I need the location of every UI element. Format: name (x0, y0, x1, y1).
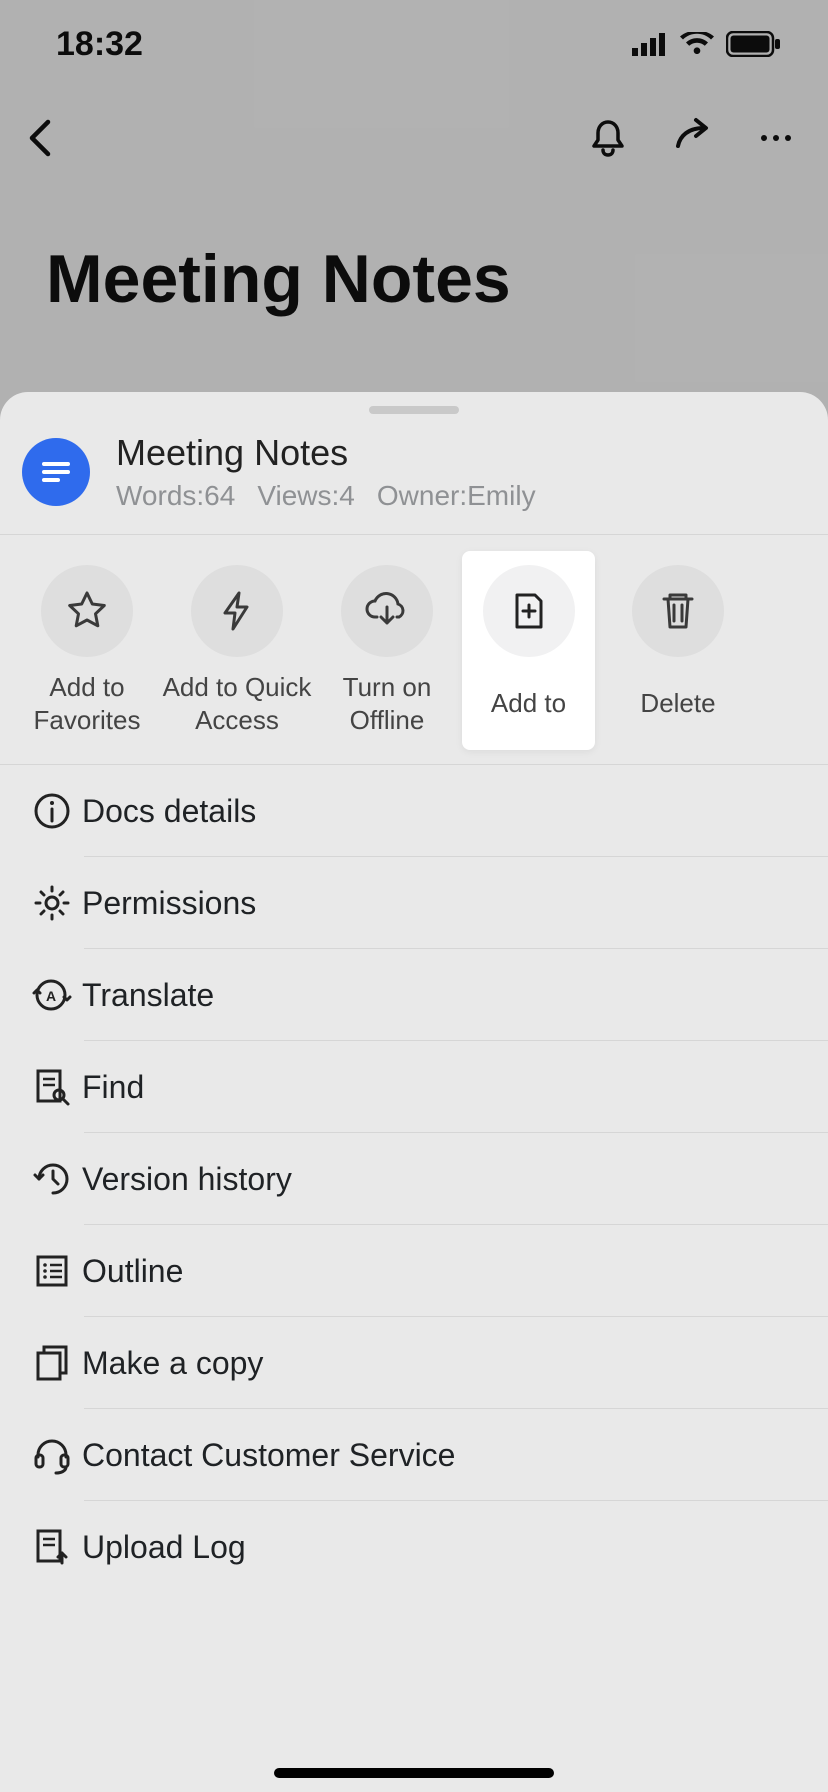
copy-icon (22, 1343, 82, 1383)
sheet-header: Meeting Notes Words:64 Views:4 Owner:Emi… (0, 422, 828, 534)
add-to-button[interactable]: Add to (462, 551, 595, 750)
menu-find[interactable]: Find (0, 1041, 828, 1133)
menu-label: Permissions (82, 885, 256, 922)
cloud-download-icon (363, 589, 411, 633)
action-label: Add to (491, 671, 566, 735)
menu-upload-log[interactable]: Upload Log (0, 1501, 828, 1593)
quick-actions-row: Add to Favorites Add to Quick Access Tur… (0, 535, 828, 765)
home-indicator (274, 1768, 554, 1778)
headset-icon (22, 1435, 82, 1475)
menu-label: Contact Customer Service (82, 1437, 455, 1474)
menu-make-a-copy[interactable]: Make a copy (0, 1317, 828, 1409)
menu-contact-customer-service[interactable]: Contact Customer Service (0, 1409, 828, 1501)
doc-icon (22, 438, 90, 506)
add-to-quick-access-button[interactable]: Add to Quick Access (162, 565, 312, 736)
menu-label: Outline (82, 1253, 183, 1290)
action-label: Add to Quick Access (162, 671, 312, 736)
gear-icon (22, 883, 82, 923)
trash-icon (656, 589, 700, 633)
turn-on-offline-button[interactable]: Turn on Offline (312, 565, 462, 736)
sheet-meta: Words:64 Views:4 Owner:Emily (116, 480, 536, 512)
menu-label: Version history (82, 1161, 292, 1198)
add-to-favorites-button[interactable]: Add to Favorites (12, 565, 162, 736)
menu-translate[interactable]: A Translate (0, 949, 828, 1041)
delete-button[interactable]: Delete (603, 565, 753, 736)
action-sheet: Meeting Notes Words:64 Views:4 Owner:Emi… (0, 392, 828, 1792)
menu-version-history[interactable]: Version history (0, 1133, 828, 1225)
owner-label: Owner:Emily (377, 480, 536, 512)
outline-icon (22, 1251, 82, 1291)
menu-label: Translate (82, 977, 214, 1014)
sheet-title: Meeting Notes (116, 432, 536, 474)
views-count: Views:4 (257, 480, 355, 512)
menu-label: Upload Log (82, 1529, 246, 1566)
file-plus-icon (507, 589, 551, 633)
star-icon (65, 589, 109, 633)
menu-outline[interactable]: Outline (0, 1225, 828, 1317)
upload-log-icon (22, 1527, 82, 1567)
words-count: Words:64 (116, 480, 235, 512)
svg-text:A: A (46, 988, 56, 1004)
history-icon (22, 1159, 82, 1199)
action-label: Turn on Offline (312, 671, 462, 736)
sheet-grabber[interactable] (369, 406, 459, 414)
menu-permissions[interactable]: Permissions (0, 857, 828, 949)
action-label: Add to Favorites (12, 671, 162, 736)
menu-label: Docs details (82, 793, 256, 830)
lightning-icon (215, 589, 259, 633)
menu-list: Docs details Permissions A Translate Fin… (0, 765, 828, 1792)
menu-docs-details[interactable]: Docs details (0, 765, 828, 857)
translate-icon: A (22, 975, 82, 1015)
action-label: Delete (640, 671, 715, 735)
menu-label: Make a copy (82, 1345, 263, 1382)
info-icon (22, 791, 82, 831)
find-icon (22, 1067, 82, 1107)
menu-label: Find (82, 1069, 144, 1106)
